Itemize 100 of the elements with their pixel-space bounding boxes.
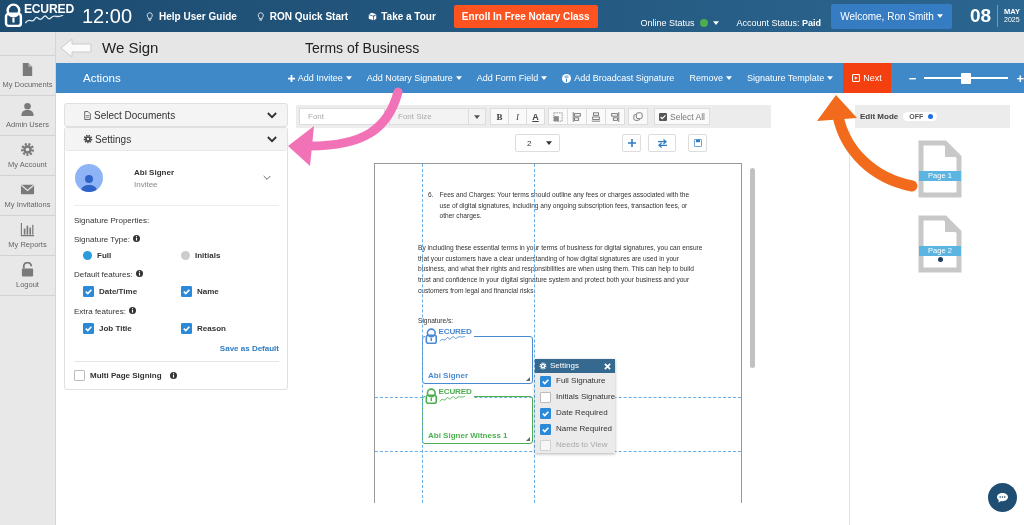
page-select[interactable]: 2 <box>515 134 560 152</box>
signer-name: Abi Signer Witness 1 <box>428 432 508 440</box>
plus-icon <box>287 74 295 82</box>
next-button[interactable]: Next <box>843 63 891 93</box>
chevron-icon <box>263 174 271 181</box>
info-icon <box>129 307 137 314</box>
plus-icon <box>627 139 636 147</box>
document-icon <box>20 62 35 77</box>
checkbox[interactable] <box>540 391 551 403</box>
option-label: Full <box>97 251 112 260</box>
menu-item[interactable]: Add Form Field <box>476 73 548 83</box>
resize-handle[interactable] <box>526 437 530 441</box>
account-status: Account Status: Paid <box>736 18 822 28</box>
header-link[interactable]: RON Quick Start <box>256 10 349 22</box>
text-color-button[interactable]: A <box>526 108 545 125</box>
add-button[interactable] <box>622 134 641 152</box>
info-icon <box>135 270 143 277</box>
field-label: Signature Type: <box>74 235 130 244</box>
font-size-field[interactable]: Font Size <box>389 108 469 125</box>
lightbulb-icon <box>256 11 266 21</box>
resize-handle[interactable] <box>526 377 530 381</box>
settings-icon <box>539 362 547 370</box>
popup-title: Settings <box>550 362 579 370</box>
checkbox[interactable] <box>74 370 85 381</box>
close-icon <box>604 362 611 370</box>
checkbox[interactable] <box>540 407 551 419</box>
info-icon <box>132 235 140 242</box>
chevron-icon <box>267 135 277 143</box>
online-status[interactable]: Online Status <box>640 18 719 28</box>
caret-icon <box>936 14 943 18</box>
save-default-link[interactable]: Save as Default <box>74 344 279 362</box>
checkbox[interactable] <box>181 323 192 334</box>
checkbox[interactable] <box>83 286 94 297</box>
menu-item[interactable]: Remove <box>689 73 732 83</box>
accordion-header[interactable]: Settings <box>65 128 287 151</box>
enroll-button[interactable]: Enroll In Free Notary Class <box>453 4 598 28</box>
bar-chart-icon <box>20 222 35 237</box>
document-title: Terms of Business <box>305 39 420 56</box>
font-field[interactable]: Font <box>299 108 385 125</box>
header-link[interactable]: Help User Guide <box>146 10 237 22</box>
checkbox-icon <box>659 112 667 121</box>
caret-icon <box>474 114 480 119</box>
chat-button[interactable] <box>988 483 1017 512</box>
checkbox[interactable] <box>540 375 551 387</box>
checkbox[interactable] <box>540 423 551 435</box>
caret-icon <box>546 141 552 145</box>
clock-time: 12:00 <box>81 4 133 28</box>
invitee-name: Abi Signer <box>134 167 175 177</box>
scrollbar[interactable] <box>750 168 755 368</box>
caret-icon <box>712 21 719 25</box>
chevron-icon <box>267 111 277 119</box>
lock-icon <box>425 328 438 345</box>
actions-label: Actions <box>82 71 122 86</box>
section-title: Select Documents <box>94 109 176 121</box>
dropdown-button[interactable] <box>469 108 486 125</box>
script-drawing <box>23 15 65 26</box>
caret-icon <box>827 76 834 80</box>
menu-item[interactable]: Add Notary Signature <box>366 73 462 83</box>
option-label: Initials <box>195 251 221 260</box>
resize-button[interactable] <box>548 108 568 125</box>
logo: ECURED <box>425 388 472 405</box>
copy-button[interactable] <box>628 108 648 125</box>
resize-icon <box>553 111 563 122</box>
align-left-icon <box>572 111 582 122</box>
swap-icon <box>656 138 668 148</box>
user-menu[interactable]: Welcome, Ron Smith <box>831 3 952 29</box>
align-right-button[interactable] <box>605 108 625 125</box>
option-label: Name Required <box>556 425 613 433</box>
option-label: Date/Time <box>99 287 138 296</box>
align-center-button[interactable] <box>586 108 606 125</box>
document-icon <box>83 110 92 120</box>
checkbox[interactable] <box>181 286 192 297</box>
zoom-in-button[interactable]: + <box>1016 70 1024 86</box>
checkbox[interactable] <box>83 323 94 334</box>
caret-icon <box>455 76 462 80</box>
swap-button[interactable] <box>648 134 676 152</box>
app-title: We Sign <box>102 39 159 56</box>
invitee-role: Invitee <box>134 179 159 189</box>
header-link[interactable]: Take a Tour <box>368 10 436 22</box>
radio-button[interactable] <box>181 251 190 260</box>
caret-icon <box>345 76 352 80</box>
caret-icon <box>725 76 732 80</box>
radio-button[interactable] <box>83 251 92 260</box>
info-icon <box>169 372 177 379</box>
user-icon <box>20 102 35 117</box>
lightbulb-icon <box>146 11 156 21</box>
logo: ECURED <box>425 328 472 345</box>
section-heading: Signature Properties: <box>74 216 150 225</box>
logo: ECURED <box>4 2 74 28</box>
lock-icon <box>425 388 438 405</box>
copy-icon <box>633 111 643 122</box>
menu-item[interactable]: Add Broadcast Signature <box>562 73 675 83</box>
chat-icon <box>996 492 1009 503</box>
save-button[interactable] <box>688 134 707 152</box>
select-all-button[interactable]: Select All <box>654 108 710 125</box>
menu-item[interactable]: Signature Template <box>746 73 834 83</box>
align-left-button[interactable] <box>567 108 587 125</box>
zoom-out-button[interactable]: − <box>908 70 917 86</box>
menu-item[interactable]: Add Invitee <box>287 73 352 83</box>
accordion-header[interactable]: Select Documents <box>64 103 288 127</box>
